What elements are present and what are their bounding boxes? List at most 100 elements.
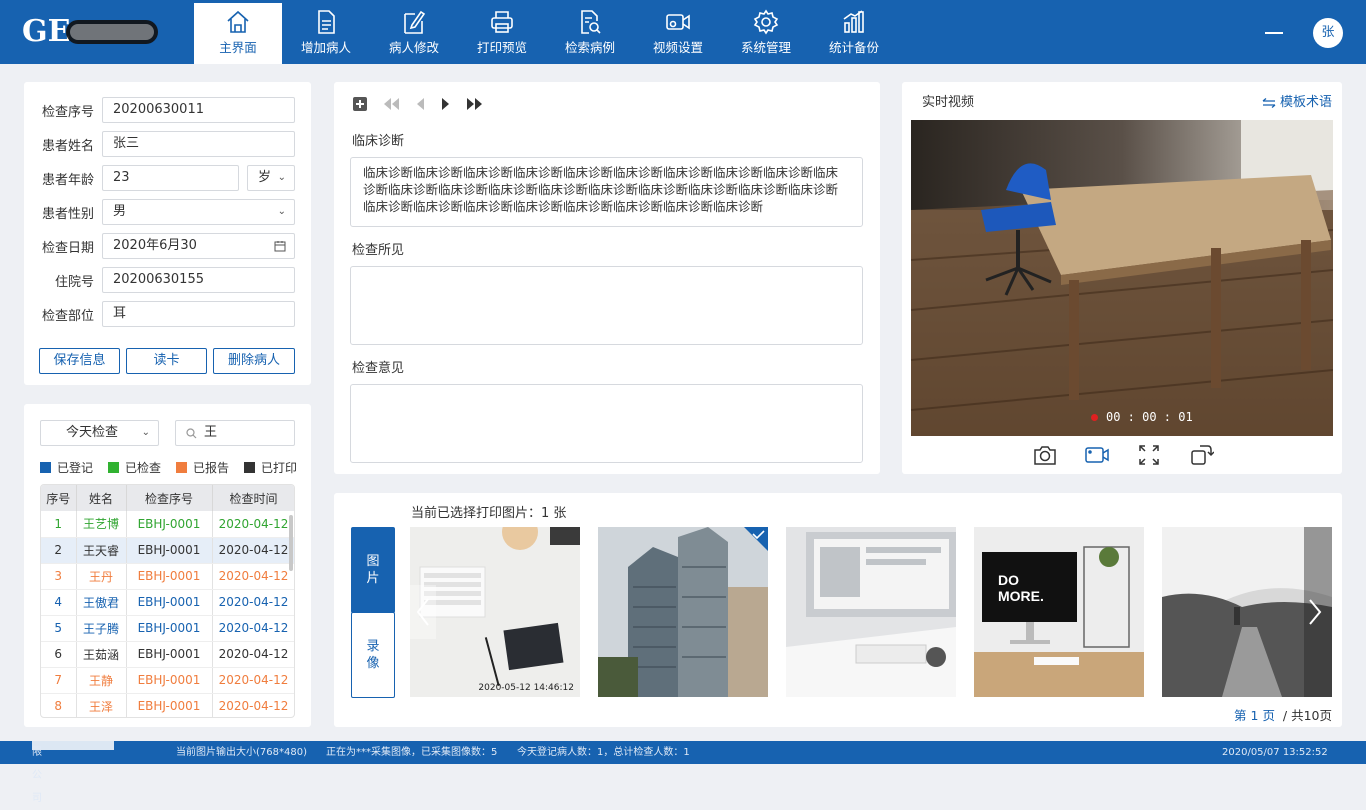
table-row[interactable]: 5 王子腾 EBHJ-0001 2020-04-12 [41, 615, 294, 642]
legend-reported: 已报告 [176, 459, 229, 476]
thumbnail-2[interactable] [598, 527, 768, 697]
thumbnail-4[interactable]: DO MORE. [974, 527, 1144, 697]
chevron-down-icon: ⌄ [277, 172, 286, 183]
read-card-button[interactable]: 读卡 [126, 348, 207, 374]
table-cell: 4 [41, 589, 77, 616]
column-header[interactable]: 检查时间 [212, 485, 294, 511]
diagnosis-label: 临床诊断 [352, 134, 405, 149]
age-unit-select[interactable]: 岁 ⌄ [247, 165, 295, 191]
save-button[interactable]: 保存信息 [39, 348, 120, 374]
table-cell: 2020-04-12 [212, 589, 294, 616]
name-field[interactable]: 张三 [102, 131, 295, 157]
thumbnail-screen-text: MORE. [998, 588, 1044, 604]
delete-patient-button[interactable]: 删除病人 [213, 348, 295, 374]
column-header[interactable]: 检查序号 [126, 485, 213, 511]
thumbnail-5[interactable] [1162, 527, 1332, 697]
minimize-button[interactable] [1265, 32, 1283, 34]
nav-item-search-case[interactable]: 检索病例 [546, 0, 634, 64]
findings-textarea[interactable] [350, 266, 863, 345]
home-icon [227, 10, 249, 33]
exam-no-field[interactable]: 20200630011 [102, 97, 295, 123]
chevron-down-icon: ⌄ [141, 427, 150, 438]
nav-item-video-settings[interactable]: 视频设置 [634, 0, 722, 64]
nav-item-statistics-backup[interactable]: 统计备份 [810, 0, 898, 64]
nav-item-add-patient[interactable]: 增加病人 [282, 0, 370, 64]
date-picker[interactable]: 2020年6月30 [102, 233, 295, 259]
inpatient-field[interactable]: 20200630155 [102, 267, 295, 293]
template-terms-link[interactable]: 模板术语 [1262, 91, 1332, 110]
exam-no-row: 检查序号 20200630011 [40, 97, 295, 123]
video-feed[interactable]: 00 : 00 : 01 [911, 120, 1333, 436]
patient-list-panel: 今天检查 ⌄ 王 已登记 已检查 已报告 已打印 序号 姓名 检查序号 检查时间 … [24, 404, 311, 727]
gender-select[interactable]: 男 ⌄ [102, 199, 295, 225]
avatar[interactable]: 张 [1313, 18, 1343, 48]
table-header-row: 序号 姓名 检查序号 检查时间 [41, 485, 294, 511]
table-row[interactable]: 7 王静 EBHJ-0001 2020-04-12 [41, 667, 294, 694]
column-header[interactable]: 姓名 [76, 485, 127, 511]
search-input[interactable]: 王 [175, 420, 295, 446]
previous-icon[interactable] [414, 97, 426, 111]
thumbnail-1[interactable]: 2020-05-12 14:46:12 [410, 527, 580, 697]
first-page-icon[interactable] [382, 97, 400, 111]
table-scrollbar[interactable] [289, 515, 293, 571]
opinion-textarea[interactable] [350, 384, 863, 463]
table-row[interactable]: 1 王艺博 EBHJ-0001 2020-04-12 [41, 511, 294, 538]
add-icon[interactable] [352, 96, 368, 112]
tab-images[interactable]: 图 片 [351, 527, 395, 613]
table-cell: 8 [41, 693, 77, 717]
thumbnail-3[interactable] [786, 527, 956, 697]
statistics-icon [843, 10, 864, 33]
recording-dot [1091, 414, 1098, 421]
top-navigation-bar: GE 主界面 增加病人 病人修改 打印预览 检索病例 视频设置 系统管理 统计备… [0, 0, 1366, 64]
diagnosis-textarea[interactable]: 临床诊断临床诊断临床诊断临床诊断临床诊断临床诊断临床诊断临床诊断临床诊断临床诊断… [350, 157, 863, 227]
video-title: 实时视频 [922, 95, 975, 110]
legend-printed: 已打印 [244, 459, 297, 476]
column-header[interactable]: 序号 [41, 485, 77, 511]
gallery-prev-arrow[interactable] [410, 585, 436, 639]
gender-label: 患者性别 [41, 206, 94, 222]
table-cell: 王茹涵 [76, 641, 127, 668]
main-nav: 主界面 增加病人 病人修改 打印预览 检索病例 视频设置 系统管理 统计备份 [194, 0, 898, 64]
last-page-icon[interactable] [466, 97, 484, 111]
table-cell: 2020-04-12 [212, 537, 294, 564]
legend-registered: 已登记 [40, 459, 93, 476]
camera-icon[interactable] [1032, 442, 1058, 468]
rotate-icon[interactable] [1188, 442, 1214, 468]
fullscreen-icon[interactable] [1136, 442, 1162, 468]
table-cell: EBHJ-0001 [126, 511, 213, 538]
nav-label: 主界面 [219, 40, 257, 55]
nav-item-home[interactable]: 主界面 [194, 3, 282, 64]
nav-label: 增加病人 [300, 40, 351, 55]
nav-item-print-preview[interactable]: 打印预览 [458, 0, 546, 64]
tab-recordings[interactable]: 录 像 [351, 612, 395, 698]
video-controls [1032, 442, 1214, 468]
patient-info-panel: 检查序号 20200630011 患者姓名 张三 患者年龄 23 岁 ⌄ 患者性别… [24, 82, 311, 385]
filter-select[interactable]: 今天检查 ⌄ [40, 420, 159, 446]
recording-timer: 00 : 00 : 01 [1091, 410, 1193, 424]
chevron-left-icon [416, 598, 429, 626]
table-row[interactable]: 3 王丹 EBHJ-0001 2020-04-12 [41, 563, 294, 590]
legend-label: 已检查 [125, 461, 162, 475]
table-cell: 王艺博 [76, 511, 127, 538]
table-cell: EBHJ-0001 [126, 641, 213, 668]
table-row[interactable]: 4 王傲君 EBHJ-0001 2020-04-12 [41, 589, 294, 616]
date-value: 2020年6月30 [113, 238, 197, 253]
table-row[interactable]: 8 王泽 EBHJ-0001 2020-04-12 [41, 693, 294, 717]
part-field[interactable]: 耳 [102, 301, 295, 327]
record-video-icon[interactable] [1084, 442, 1110, 468]
table-cell: 2020-04-12 [212, 641, 294, 668]
age-field[interactable]: 23 [102, 165, 239, 191]
next-icon[interactable] [440, 97, 452, 111]
table-row[interactable]: 2 王天睿 EBHJ-0001 2020-04-12 [41, 537, 294, 564]
table-cell: 7 [41, 667, 77, 694]
status-today-count: 今天登记病人数：1，总计检查人数：1 [517, 747, 690, 758]
gear-icon [753, 9, 779, 35]
name-row: 患者姓名 张三 [40, 131, 295, 157]
page-current[interactable]: 第 1 页 [1234, 708, 1275, 723]
legend-label: 已报告 [193, 461, 230, 475]
table-cell: EBHJ-0001 [126, 589, 213, 616]
table-cell: 王傲君 [76, 589, 127, 616]
table-row[interactable]: 6 王茹涵 EBHJ-0001 2020-04-12 [41, 641, 294, 668]
nav-item-system-admin[interactable]: 系统管理 [722, 0, 810, 64]
nav-item-edit-patient[interactable]: 病人修改 [370, 0, 458, 64]
